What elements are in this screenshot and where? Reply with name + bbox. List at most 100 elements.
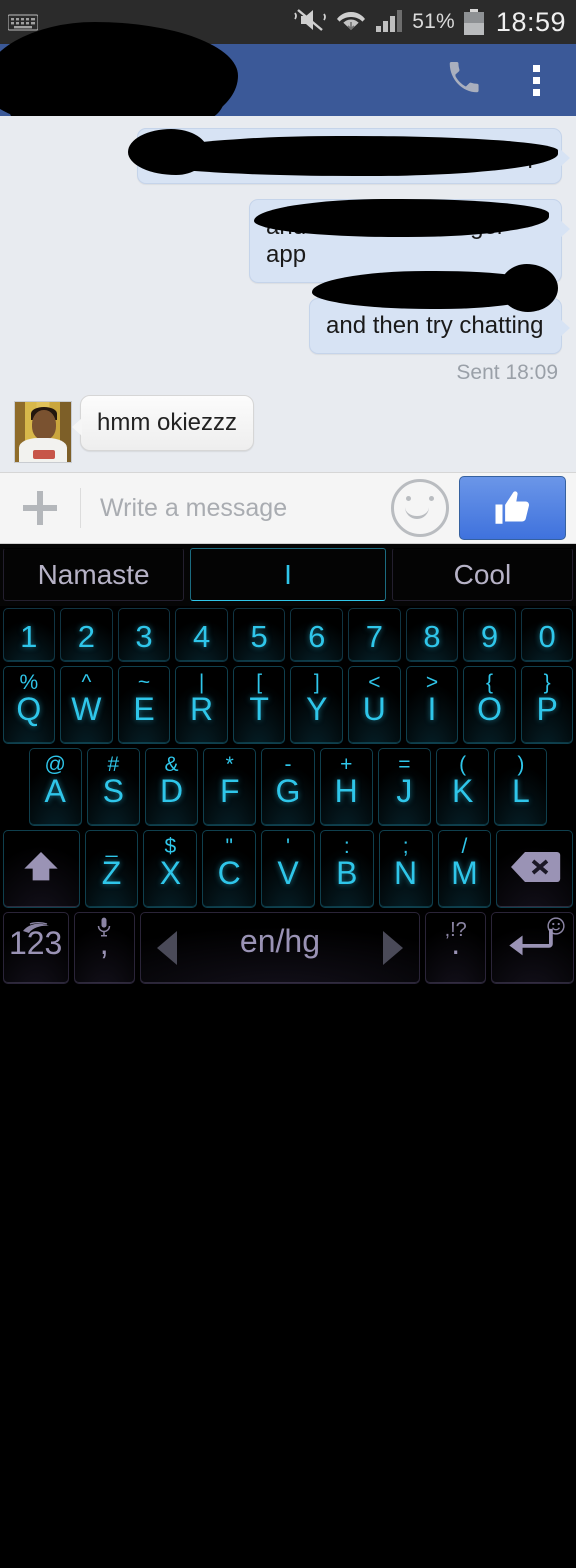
key-label: A — [44, 773, 66, 809]
key-label: 2 — [77, 619, 96, 654]
key-j[interactable]: = J — [377, 748, 432, 826]
key-label: 6 — [308, 619, 326, 654]
message-thread[interactable]: tell him to download titanium backup and… — [0, 116, 576, 472]
key-label: X — [159, 855, 182, 891]
key-alt-label: } — [543, 671, 551, 694]
shift-up-arrow-icon — [19, 847, 63, 892]
key-label: L — [511, 773, 530, 809]
key-alt-label: [ — [256, 671, 263, 694]
add-attachment-button[interactable] — [0, 472, 80, 544]
like-button[interactable] — [459, 476, 566, 540]
microphone-icon — [75, 917, 134, 943]
key-q[interactable]: % Q — [2, 666, 56, 744]
key-8[interactable]: 8 — [405, 608, 459, 662]
smiley-icon[interactable] — [391, 479, 449, 537]
key-alt-label: # — [107, 753, 120, 776]
key-d[interactable]: & D — [144, 748, 199, 826]
key-0[interactable]: 0 — [520, 608, 574, 662]
space-language-label: en/hg — [239, 923, 320, 959]
key-i[interactable]: > I — [405, 666, 459, 744]
key-s[interactable]: # S — [86, 748, 140, 826]
key-label: 1 — [20, 619, 38, 654]
key-alt-label: / — [461, 835, 468, 858]
key-v[interactable]: ' V — [261, 830, 315, 908]
key-alt-label: @ — [44, 753, 66, 776]
key-l[interactable]: ) L — [494, 748, 548, 826]
key-6[interactable]: 6 — [290, 608, 344, 662]
keyboard-row-numbers: 1 2 3 4 5 6 7 8 9 0 — [0, 606, 576, 664]
numeric-mode-key[interactable]: 123 — [2, 912, 69, 984]
message-bubble-outgoing[interactable]: and then try chatting — [309, 298, 570, 354]
key-label: 0 — [538, 619, 556, 654]
call-button[interactable] — [436, 52, 492, 108]
avatar[interactable] — [14, 401, 72, 463]
key-b[interactable]: :B — [319, 830, 374, 908]
key-label: H — [334, 773, 358, 809]
backspace-icon — [509, 850, 561, 889]
key-alt-label: ^ — [81, 671, 92, 694]
arrow-right-icon[interactable] — [383, 931, 404, 965]
key-label: 7 — [365, 619, 383, 654]
message-input[interactable]: Write a message — [81, 494, 391, 523]
key-9[interactable]: 9 — [463, 608, 516, 662]
arrow-left-icon[interactable] — [156, 931, 177, 965]
enter-key[interactable] — [491, 912, 574, 984]
key-o[interactable]: {O — [463, 666, 516, 744]
period-key[interactable]: ,!? . — [425, 912, 487, 984]
conversation-title-block[interactable]: Vamsi Nani Active 4 minutes ago — [14, 55, 436, 105]
key-1[interactable]: 1 — [2, 608, 56, 662]
message-bubble-incoming[interactable]: hmm okiezzz — [71, 395, 255, 451]
key-label: Q — [16, 691, 42, 727]
key-alt-label: ] — [313, 671, 320, 694]
key-k[interactable]: (K — [436, 748, 490, 826]
key-n[interactable]: ; N — [378, 830, 433, 908]
key-u[interactable]: < U — [348, 666, 401, 744]
message-composer: Write a message — [0, 472, 576, 544]
swiftkey-flow-icon — [4, 919, 68, 942]
key-7[interactable]: 7 — [348, 608, 401, 662]
message-bubble-outgoing[interactable]: tell him to download titanium backup — [137, 128, 570, 184]
phone-screen: 51% 18:59 Vamsi Nani Active 4 minutes ag… — [0, 0, 576, 1568]
comma-key[interactable]: , — [73, 912, 135, 984]
message-text: and then try chatting — [326, 312, 544, 339]
key-g[interactable]: -G — [261, 748, 315, 826]
key-e[interactable]: ~ E — [117, 666, 171, 744]
overflow-menu-button[interactable] — [508, 52, 564, 108]
key-3[interactable]: 3 — [117, 608, 171, 662]
message-row-outgoing: and then try chatting — [0, 283, 576, 354]
app-bar: Vamsi Nani Active 4 minutes ago — [0, 22, 576, 138]
key-alt-label: ~ — [137, 671, 151, 694]
space-key[interactable]: en/hg — [139, 912, 421, 984]
shift-key[interactable] — [2, 830, 80, 908]
key-h[interactable]: + H — [319, 748, 373, 826]
suggestion-item-selected[interactable]: I — [190, 548, 386, 601]
keyboard-icon — [7, 14, 39, 31]
key-w[interactable]: ^ W — [60, 666, 113, 744]
on-screen-keyboard[interactable]: Namaste I Cool 1 2 3 4 5 6 7 8 9 0 % Q ^ W… — [0, 544, 576, 1568]
key-m[interactable]: / M — [437, 830, 492, 908]
key-label: E — [133, 691, 155, 727]
message-bubble-outgoing[interactable]: and freeze messenger app — [249, 199, 570, 283]
key-a[interactable]: @ A — [28, 748, 82, 826]
key-alt-label: _ — [105, 835, 118, 858]
key-c[interactable]: " C — [202, 830, 257, 908]
key-p[interactable]: } P — [520, 666, 574, 744]
key-label: C — [217, 855, 241, 891]
key-2[interactable]: 2 — [60, 608, 113, 662]
keyboard-row-bottom: 123 , en/hg ,!? . — [0, 910, 576, 986]
suggestion-item[interactable]: Namaste — [3, 548, 185, 601]
key-x[interactable]: $ X — [143, 830, 198, 908]
keyboard-row-bottom-letters: _ Z $ X " C ' V :B ; N / M — [0, 828, 576, 910]
suggestion-item[interactable]: Cool — [391, 548, 573, 601]
key-alt-label: * — [225, 753, 234, 776]
key-4[interactable]: 4 — [175, 608, 228, 662]
key-t[interactable]: [T — [232, 666, 286, 744]
key-5[interactable]: 5 — [232, 608, 286, 662]
key-alt-label: & — [164, 753, 179, 776]
key-f[interactable]: * F — [203, 748, 257, 826]
key-alt-label: | — [198, 671, 205, 694]
key-z[interactable]: _ Z — [84, 830, 139, 908]
key-y[interactable]: ] Y — [290, 666, 344, 744]
backspace-key[interactable] — [496, 830, 574, 908]
key-r[interactable]: | R — [175, 666, 228, 744]
